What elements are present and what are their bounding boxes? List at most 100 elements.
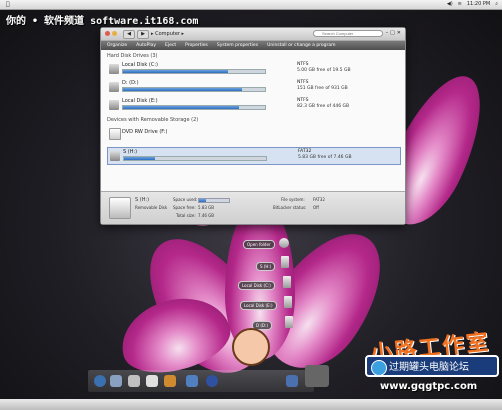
stack-item-c[interactable]: Local Disk (C:): [238, 281, 275, 290]
toolbar-properties[interactable]: Properties: [185, 43, 208, 48]
close-icon[interactable]: [105, 31, 110, 36]
drive-name: Local Disk (C:): [122, 62, 158, 68]
usage-fill: [123, 88, 243, 91]
bitlocker-label: BitLocker status:: [273, 205, 307, 210]
hard-disk-icon[interactable]: [285, 316, 293, 328]
details-name: S (H:): [135, 197, 150, 203]
apple-icon[interactable]: : [6, 1, 10, 8]
drive-c[interactable]: Local Disk (C:) NTFS 5.00 GB free of 19.…: [107, 61, 399, 77]
breadcrumb[interactable]: ▸ Computer ▸: [151, 31, 184, 37]
menu-bar:  ◀) ≋ 11:20 PM ⌕: [0, 0, 502, 10]
search-input[interactable]: [313, 30, 383, 37]
details-pane: S (H:) Removable Disk Space used: Space …: [101, 191, 405, 224]
nav-buttons: ◀ ▶: [123, 30, 149, 39]
details-usage-bar: [198, 198, 230, 203]
usage-bar: [122, 69, 266, 74]
usb-drive-icon[interactable]: [281, 256, 289, 268]
spotlight-icon[interactable]: ⌕: [495, 1, 498, 7]
usage-bar: [123, 156, 267, 161]
drive-list: Hard Disk Drives (3) Local Disk (C:) NTF…: [101, 50, 405, 191]
usb-drive-large-icon: [109, 197, 131, 219]
hard-disk-icon: [109, 100, 119, 110]
space-free-value: 5.83 GB: [198, 205, 215, 210]
drive-free: 82.3 GB free of 446 GB: [297, 104, 350, 109]
dock-app-icon[interactable]: [186, 375, 198, 387]
hard-disk-icon: [109, 82, 119, 92]
forum-logo-icon: [371, 360, 387, 376]
window-controls: – □ ✕: [386, 30, 401, 36]
stack-item-h[interactable]: S (H:): [256, 262, 276, 271]
drive-free: 5.00 GB free of 19.5 GB: [297, 68, 351, 73]
hard-disk-icon[interactable]: [284, 296, 292, 308]
minimize-button[interactable]: –: [386, 30, 389, 36]
stack-open-folder[interactable]: Open folder: [243, 240, 275, 249]
removable-section-title: Devices with Removable Storage (2): [107, 117, 199, 123]
forum-url: www.gqgtpc.com: [380, 381, 478, 392]
dock-app-icon[interactable]: [146, 375, 158, 387]
minimize-icon[interactable]: [112, 31, 117, 36]
drive-name: DVD RW Drive (F:): [122, 129, 168, 135]
dock-app-icon[interactable]: [94, 375, 106, 387]
window-titlebar[interactable]: ◀ ▶ ▸ Computer ▸ ⌕ – □ ✕: [101, 28, 405, 41]
drive-free: 5.83 GB free of 7.46 GB: [298, 155, 352, 160]
toolbar-uninstall[interactable]: Uninstall or change a program: [267, 43, 335, 48]
computer-window: ◀ ▶ ▸ Computer ▸ ⌕ – □ ✕ Organize AutoPl…: [100, 27, 406, 225]
drive-fs: NTFS: [297, 80, 309, 85]
dock-app-icon[interactable]: [110, 375, 122, 387]
drive-dvd[interactable]: DVD RW Drive (F:): [107, 125, 399, 141]
space-free-label: Space free:: [173, 205, 196, 210]
back-button[interactable]: ◀: [123, 30, 135, 39]
drive-free: 151 GB free of 931 GB: [297, 86, 348, 91]
command-toolbar: Organize AutoPlay Eject Properties Syste…: [101, 41, 405, 50]
details-usage-fill: [199, 199, 206, 202]
usage-fill: [124, 157, 156, 160]
toolbar-autoplay[interactable]: AutoPlay: [136, 43, 156, 48]
usb-drive-icon: [110, 151, 120, 161]
hard-disk-icon[interactable]: [283, 276, 291, 288]
usage-bar: [122, 87, 266, 92]
toolbar-eject[interactable]: Eject: [165, 43, 176, 48]
menu-bar-status: ◀) ≋ 11:20 PM ⌕: [447, 1, 498, 7]
dock-app-icon[interactable]: [206, 375, 218, 387]
fs-label: File system:: [281, 197, 305, 202]
bitlocker-value: Off: [313, 205, 319, 210]
badge-text: 过期罐头电脑论坛: [389, 362, 469, 373]
dock-app-icon[interactable]: [286, 375, 298, 387]
drive-h-selected[interactable]: S (H:) FAT32 5.83 GB free of 7.46 GB: [107, 147, 401, 165]
usage-bar: [122, 105, 266, 110]
fs-value: FAT32: [313, 197, 325, 202]
dock-app-icon[interactable]: [305, 365, 329, 387]
drive-d[interactable]: D: (D:) NTFS 151 GB free of 931 GB: [107, 79, 399, 95]
toolbar-system-properties[interactable]: System properties: [217, 43, 258, 48]
total-size-label: Total size:: [176, 213, 196, 218]
drive-e[interactable]: Local Disk (E:) NTFS 82.3 GB free of 446…: [107, 97, 399, 113]
drive-name: Local Disk (E:): [122, 98, 158, 104]
dock-app-icon[interactable]: [164, 375, 176, 387]
close-button[interactable]: ✕: [397, 30, 401, 36]
watermark-text: 你的 • 软件频道 software.it168.com: [6, 16, 199, 27]
maximize-button[interactable]: □: [390, 30, 395, 36]
drive-name: D: (D:): [122, 80, 139, 86]
wifi-icon[interactable]: ≋: [458, 1, 462, 7]
space-used-label: Space used:: [173, 197, 198, 202]
forward-button[interactable]: ▶: [137, 30, 149, 39]
dock-app-icon[interactable]: [128, 375, 140, 387]
drive-fs: FAT32: [298, 149, 312, 154]
dvd-drive-icon: [109, 128, 121, 140]
mascot-logo: [232, 328, 270, 366]
folder-stack-icon[interactable]: [279, 238, 289, 248]
drive-name: S (H:): [123, 149, 138, 155]
usage-fill: [123, 70, 229, 73]
forum-badge: 过期罐头电脑论坛: [365, 355, 499, 377]
hard-disk-icon: [109, 64, 119, 74]
usage-fill: [123, 106, 240, 109]
toolbar-organize[interactable]: Organize: [107, 43, 127, 48]
stack-item-e[interactable]: Local Disk (E:): [240, 301, 277, 310]
bottom-bar: [0, 399, 502, 410]
details-type: Removable Disk: [135, 205, 168, 210]
clock[interactable]: 11:20 PM: [467, 1, 490, 7]
drive-fs: NTFS: [297, 62, 309, 67]
total-size-value: 7.46 GB: [198, 213, 215, 218]
drive-fs: NTFS: [297, 98, 309, 103]
volume-icon[interactable]: ◀): [447, 1, 453, 7]
